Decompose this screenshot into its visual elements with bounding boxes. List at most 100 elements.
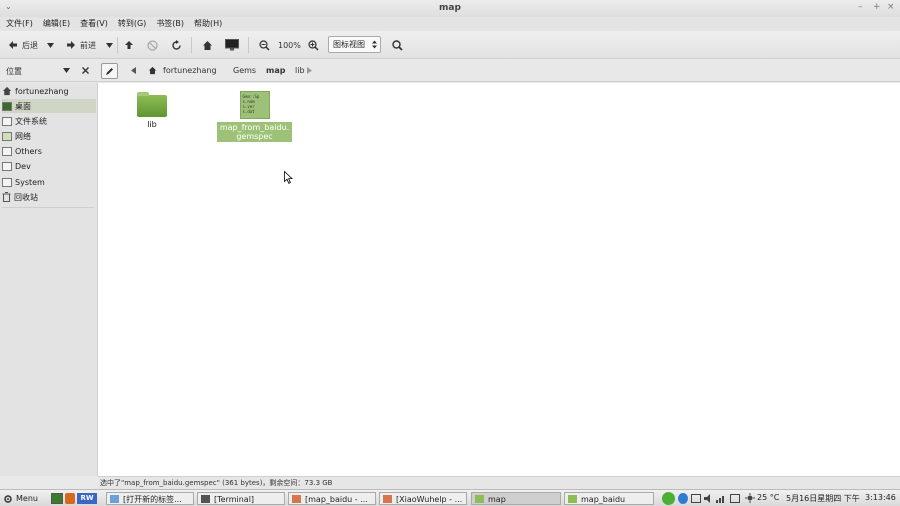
editor-icon: [292, 495, 301, 503]
back-label: 后退: [22, 40, 38, 50]
menu-edit[interactable]: 编辑(E): [43, 17, 70, 31]
task-item-active[interactable]: map: [471, 492, 561, 505]
sidebar-item-label: fortunezhang: [15, 86, 69, 96]
sidebar-item-home[interactable]: fortunezhang: [2, 84, 96, 98]
home-icon[interactable]: [148, 66, 157, 75]
sidebar-item-label: Others: [15, 146, 42, 156]
window-icon: [110, 495, 119, 503]
toggle-location-entry-button[interactable]: [101, 63, 118, 79]
folder-icon: [137, 92, 167, 117]
chevron-down-icon[interactable]: [63, 68, 70, 73]
sidebar-item-desktop[interactable]: 桌面: [2, 99, 96, 113]
file-item-gemspec[interactable]: Gem::Sp s.nam s.ver s.dat map_from_baidu…: [217, 91, 292, 142]
close-button[interactable]: ×: [887, 2, 895, 12]
launcher-text: RW: [80, 494, 94, 502]
task-item[interactable]: [XiaoWuhelp - ...: [379, 492, 467, 505]
task-item[interactable]: [打开新的标签...: [106, 492, 194, 505]
menu-label: Menu: [16, 494, 38, 503]
terminal-icon: [201, 495, 210, 503]
home-icon: [2, 86, 12, 96]
network-signal-icon[interactable]: [716, 494, 726, 503]
close-sidebar-icon[interactable]: [82, 67, 89, 74]
sidebar-item-filesystem[interactable]: 文件系统: [2, 114, 96, 128]
breadcrumb-gems[interactable]: Gems: [233, 66, 256, 75]
clock-time[interactable]: 3:13:46: [865, 493, 896, 502]
clock-date[interactable]: 5月16日星期四 下午: [786, 493, 860, 504]
up-arrow-icon: [125, 41, 133, 49]
display-icon[interactable]: [730, 494, 740, 503]
keyboard-icon[interactable]: [691, 494, 701, 503]
mouse-cursor-icon: [284, 171, 293, 184]
folder-item-lib[interactable]: lib: [136, 92, 168, 129]
task-item[interactable]: map_baidu: [564, 492, 654, 505]
sidebar-item-system[interactable]: System: [2, 175, 96, 189]
up-button[interactable]: [124, 37, 134, 53]
start-menu-button[interactable]: Menu: [3, 492, 38, 505]
sidebar-item-label: System: [15, 177, 45, 187]
gear-icon: [4, 494, 12, 503]
toolbar: 后退 前进 100%: [0, 31, 900, 59]
task-item[interactable]: [map_baidu - ...: [288, 492, 376, 505]
reload-icon: [172, 39, 181, 50]
view-mode-value: 图标视图: [333, 40, 365, 49]
search-button[interactable]: [392, 37, 403, 53]
ruby-ide-launcher-icon[interactable]: RW: [77, 493, 97, 504]
task-item[interactable]: [Terminal]: [197, 492, 285, 505]
folder-icon: [568, 495, 577, 503]
menu-help[interactable]: 帮助(H): [194, 17, 222, 31]
spinner-arrows-icon: [372, 40, 377, 49]
home-button[interactable]: [202, 37, 213, 53]
browser-launcher-icon[interactable]: [65, 493, 75, 504]
sidebar-item-label: 桌面: [15, 101, 31, 111]
weather-sun-icon[interactable]: [745, 493, 755, 503]
menu-view[interactable]: 查看(V): [80, 17, 108, 31]
sidebar-item-network[interactable]: 网络: [2, 129, 96, 143]
zoom-in-icon: [308, 39, 319, 51]
breadcrumb-fortunezhang[interactable]: fortunezhang: [163, 66, 217, 75]
location-bar: 位置 fortunezhang Gems map lib: [0, 60, 900, 82]
back-history-dropdown[interactable]: [47, 37, 54, 53]
zoom-in-button[interactable]: [308, 37, 319, 53]
bluetooth-icon[interactable]: [678, 493, 688, 504]
file-name: lib: [147, 120, 157, 129]
zoom-out-button[interactable]: [259, 37, 270, 53]
menu-go[interactable]: 转到(G): [118, 17, 146, 31]
text-file-icon: Gem::Sp s.nam s.ver s.dat: [239, 91, 270, 119]
view-mode-select[interactable]: 图标视图: [328, 36, 381, 53]
show-desktop-icon[interactable]: [51, 493, 63, 504]
sidebar-item-others[interactable]: Others: [2, 144, 96, 158]
reload-button[interactable]: [171, 37, 182, 53]
task-label: map: [488, 495, 506, 504]
stop-button[interactable]: [147, 37, 158, 53]
file-name-line: map_from_baidu.: [219, 123, 290, 132]
places-selector-label[interactable]: 位置: [6, 66, 22, 77]
menu-bookmarks[interactable]: 书签(B): [156, 17, 184, 31]
forward-button[interactable]: 前进: [66, 37, 96, 53]
sidebar-item-dev[interactable]: Dev: [2, 159, 96, 173]
editor-icon: [383, 495, 392, 503]
forward-history-dropdown[interactable]: [106, 37, 113, 53]
status-bar: 选中了"map_from_baidu.gemspec" (361 bytes)，…: [98, 476, 900, 489]
menu-file[interactable]: 文件(F): [6, 17, 33, 31]
computer-button[interactable]: [225, 37, 239, 53]
zoom-out-icon: [259, 39, 270, 51]
sidebar-item-trash[interactable]: 回收站: [2, 190, 96, 204]
path-left-arrow-icon[interactable]: [131, 67, 137, 74]
sidebar-divider: [2, 207, 94, 208]
weather-temperature[interactable]: 25 °C: [757, 493, 779, 502]
task-label: [map_baidu - ...: [305, 495, 368, 504]
forward-label: 前进: [80, 40, 96, 50]
maximize-button[interactable]: +: [873, 2, 881, 12]
drive-icon: [2, 146, 12, 156]
path-right-arrow-icon[interactable]: [307, 67, 312, 74]
title-bar: ⌄ map – + ×: [0, 0, 900, 17]
breadcrumb-lib[interactable]: lib: [295, 66, 305, 75]
breadcrumb-map[interactable]: map: [266, 66, 285, 75]
trash-icon: [2, 192, 11, 202]
update-check-icon[interactable]: [662, 492, 675, 505]
minimize-button[interactable]: –: [858, 2, 863, 12]
back-button[interactable]: 后退: [8, 37, 38, 53]
file-view[interactable]: lib Gem::Sp s.nam s.ver s.dat map_from_b…: [98, 83, 900, 476]
search-icon: [392, 39, 403, 51]
volume-icon[interactable]: [704, 494, 714, 503]
